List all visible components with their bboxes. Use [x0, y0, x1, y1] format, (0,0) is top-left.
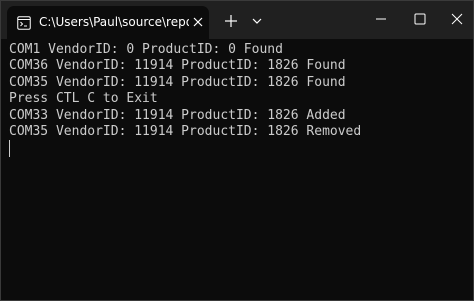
tab-close-icon[interactable] [191, 15, 205, 29]
console-line: COM35 VendorID: 11914 ProductID: 1826 Re… [9, 124, 362, 139]
console-output[interactable]: COM1 VendorID: 0 ProductID: 0 Found COM3… [1, 39, 473, 300]
terminal-icon [17, 16, 31, 30]
title-bar: C:\Users\Paul\source\repos\S [1, 1, 473, 39]
console-line: COM33 VendorID: 11914 ProductID: 1826 Ad… [9, 107, 346, 123]
close-button[interactable] [433, 1, 473, 35]
plus-icon[interactable] [223, 13, 239, 29]
console-line: Press CTL C to Exit [9, 91, 158, 107]
text-cursor [9, 140, 10, 157]
console-line: COM36 VendorID: 11914 ProductID: 1826 Fo… [9, 58, 346, 74]
terminal-tab[interactable]: C:\Users\Paul\source\repos\S [7, 6, 209, 39]
maximize-icon [414, 13, 426, 25]
chevron-down-icon[interactable] [251, 15, 263, 27]
close-icon [451, 13, 463, 25]
terminal-window: C:\Users\Paul\source\repos\S [0, 0, 474, 301]
console-line: COM1 VendorID: 0 ProductID: 0 Found [9, 42, 283, 57]
tab-title: C:\Users\Paul\source\repos\S [39, 15, 189, 29]
console-line: COM35 VendorID: 11914 ProductID: 1826 Fo… [9, 74, 346, 90]
minimize-icon [376, 18, 386, 20]
